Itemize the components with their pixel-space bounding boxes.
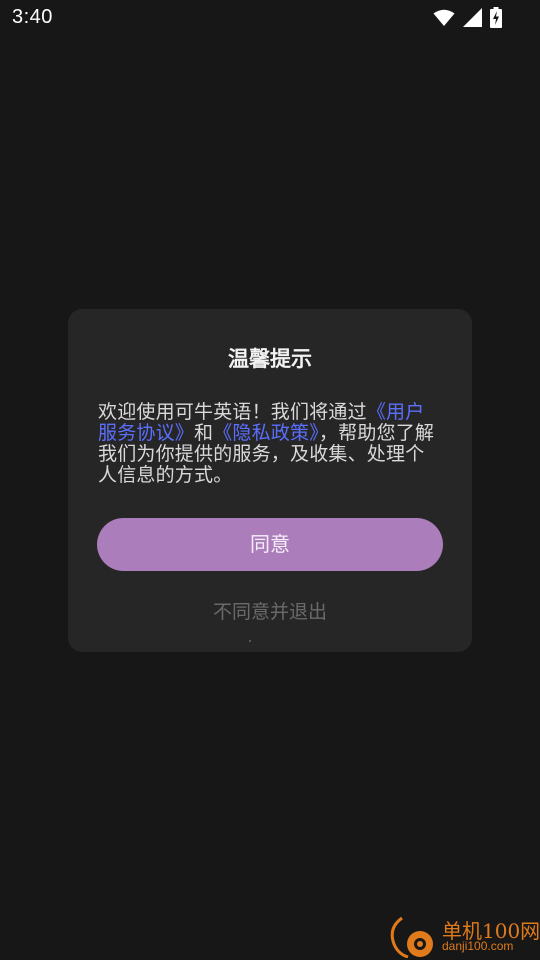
dialog-title: 温馨提示 bbox=[228, 347, 312, 371]
watermark: 单机100网 danji100.com bbox=[386, 912, 540, 960]
status-time: 3:40 bbox=[12, 6, 53, 28]
watermark-logo-icon bbox=[386, 914, 438, 960]
status-icons bbox=[433, 7, 502, 28]
privacy-policy-link[interactable]: 《隐私政策》 bbox=[213, 422, 319, 444]
decline-exit-button[interactable]: 不同意并退出 bbox=[68, 597, 472, 624]
agree-button[interactable]: 同意 bbox=[97, 518, 443, 571]
status-bar: 3:40 bbox=[0, 0, 540, 36]
dialog-message: 欢迎使用可牛英语！我们将通过《用户服务协议》和《隐私政策》，帮助您了解我们为你提… bbox=[98, 402, 442, 486]
divider-dot bbox=[249, 640, 251, 642]
wifi-icon bbox=[433, 9, 455, 27]
watermark-url: danji100.com bbox=[442, 939, 514, 953]
screen: 3:40 温馨提示 欢迎使用可牛英语！我们将通过《用户服务协议》和《隐私政策》，… bbox=[0, 0, 540, 960]
cell-signal-icon bbox=[463, 8, 482, 27]
message-text-1: 欢迎使用可牛英语！我们将通过 bbox=[98, 401, 367, 423]
message-text-2: 和 bbox=[194, 422, 214, 444]
battery-charging-icon bbox=[490, 7, 502, 28]
privacy-dialog: 温馨提示 欢迎使用可牛英语！我们将通过《用户服务协议》和《隐私政策》，帮助您了解… bbox=[68, 309, 472, 652]
